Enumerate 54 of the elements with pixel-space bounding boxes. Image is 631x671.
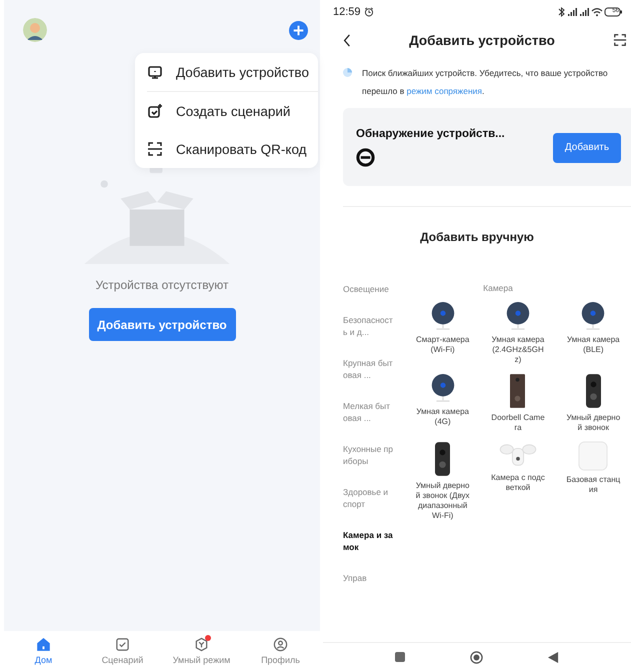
device-tile[interactable]: Doorbell Camera <box>480 373 556 433</box>
status-time: 12:59 <box>333 6 361 18</box>
menu-item[interactable]: Создать сценарий <box>147 92 318 130</box>
pairing-mode-link[interactable]: режим сопряжения <box>406 86 482 96</box>
category-item[interactable]: Камера и замок <box>343 529 393 553</box>
category-item[interactable]: Освещение <box>343 283 393 295</box>
device-tile[interactable]: Умная камера (BLE) <box>556 301 631 365</box>
status-icons-drawing <box>557 6 623 18</box>
device-tile[interactable]: Умный дверной звонок <box>556 373 631 433</box>
checklist-plus-icon <box>147 103 163 119</box>
device-tile[interactable]: Смарт-камера (Wi-Fi) <box>405 301 480 365</box>
category-item[interactable]: Здоровье и спорт <box>343 486 393 510</box>
add-device-button[interactable]: Добавить устройство <box>88 308 236 341</box>
add-icon[interactable] <box>289 20 308 40</box>
discovery-title: Обнаружение устройств... <box>356 128 505 140</box>
tab[interactable]: Сценарий <box>83 637 162 665</box>
scan-icon <box>147 141 163 157</box>
checkbox-icon <box>115 637 130 652</box>
doorbell-icon <box>586 373 601 409</box>
category-item[interactable]: Кухонные приборы <box>343 443 393 467</box>
empty-message: Устройства отсутствуют <box>95 278 229 292</box>
hexagon-icon <box>194 637 209 652</box>
back-triangle-icon[interactable] <box>548 652 559 662</box>
add-button[interactable]: Добавить <box>553 133 621 163</box>
g-logo-icon <box>356 148 375 167</box>
category-item[interactable]: Управ <box>343 572 393 584</box>
hub-icon <box>578 441 608 471</box>
doorbell-icon <box>435 441 450 477</box>
screen-title: Добавить устройство <box>409 32 555 48</box>
category-item[interactable]: Крупная бытовая ... <box>343 357 393 381</box>
device-tile[interactable]: Умный дверной звонок (Двухдиапазонный Wi-Fi) <box>405 441 480 521</box>
device-tile[interactable]: Камера с подсветкой <box>480 441 556 521</box>
category-item[interactable]: Безопасность и д... <box>343 314 393 338</box>
profile-icon <box>273 637 288 652</box>
device-tile[interactable]: Умная камера (4G) <box>405 373 480 433</box>
scan-icon[interactable] <box>613 33 627 47</box>
tab[interactable]: Профиль <box>241 637 320 665</box>
section-heading: Добавить вручную <box>419 230 535 244</box>
device-tile[interactable]: Базовая станция <box>556 441 631 521</box>
home-button-icon[interactable] <box>470 650 483 664</box>
tab[interactable]: Дом <box>4 637 83 665</box>
home-icon <box>36 637 51 652</box>
avatar-icon[interactable] <box>23 18 47 42</box>
device-icon <box>147 64 163 80</box>
category-item[interactable]: Мелкая бытовая ... <box>343 400 393 424</box>
loading-icon <box>343 68 352 77</box>
alarm-icon <box>364 7 374 17</box>
tab[interactable]: Умный режим <box>162 637 241 665</box>
doorbell-icon <box>510 373 526 409</box>
menu-item[interactable]: Сканировать QR-код <box>147 130 318 168</box>
recent-apps-icon[interactable] <box>395 652 406 662</box>
back-icon[interactable] <box>343 34 351 46</box>
search-notice: Поиск ближайших устройств. Убедитесь, что ваше устройство перешло в режим сопряжения. <box>362 67 609 98</box>
device-tile[interactable]: Умная камера (2.4GHz&5GHz) <box>480 301 556 365</box>
